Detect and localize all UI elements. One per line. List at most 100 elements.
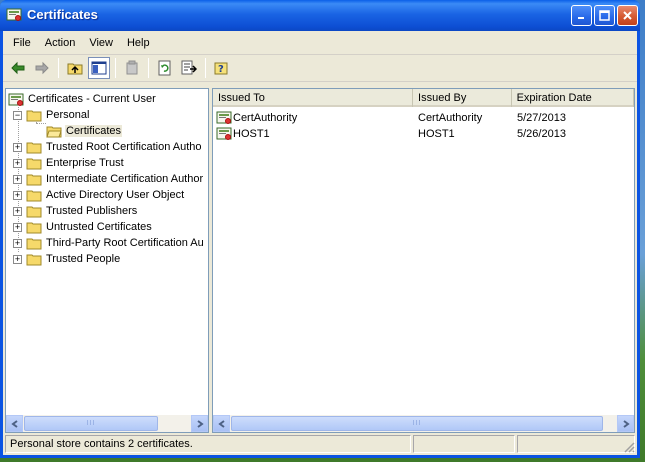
scroll-left-button[interactable] [6, 415, 23, 432]
menu-help[interactable]: Help [120, 34, 157, 52]
toolbar: ? [3, 55, 637, 82]
cell-issued-by: CertAuthority [418, 112, 483, 124]
certificates-window: Certificates File Action View Help ? Cer… [0, 0, 640, 458]
minimize-button[interactable] [571, 5, 592, 26]
certificate-icon [216, 111, 232, 124]
toolbar-separator [115, 58, 116, 78]
folder-icon [26, 158, 42, 169]
folder-icon [26, 238, 42, 249]
tree-view[interactable]: Certificates - Current User − Personal C… [6, 89, 208, 415]
forward-arrow-icon [35, 61, 49, 75]
resize-grip-icon[interactable] [623, 441, 635, 453]
scroll-thumb-grip: III [86, 420, 96, 427]
scroll-thumb[interactable]: III [24, 416, 158, 431]
folder-icon [26, 110, 42, 121]
list-item[interactable]: CertAuthority CertAuthority 5/27/2013 [213, 110, 634, 126]
tree-node-trusted-publishers[interactable]: + Trusted Publishers [13, 203, 138, 219]
expand-toggle[interactable]: + [13, 222, 22, 232]
folder-icon [26, 190, 42, 201]
tree-node-certificates[interactable]: Certificates [46, 123, 123, 139]
folder-icon [26, 254, 42, 265]
chevron-right-icon [622, 419, 630, 428]
column-expiration-date[interactable]: Expiration Date [512, 89, 634, 107]
toolbar-separator [148, 58, 149, 78]
window-title: Certificates [27, 7, 98, 22]
cell-issued-by: HOST1 [418, 128, 455, 140]
show-hide-tree-icon [91, 61, 107, 75]
forward-button[interactable] [31, 57, 53, 79]
cell-issued-to: HOST1 [233, 128, 270, 140]
refresh-icon [158, 60, 171, 76]
back-button[interactable] [7, 57, 29, 79]
scroll-right-button[interactable] [617, 415, 634, 432]
tree-horizontal-scrollbar[interactable]: III [6, 415, 208, 432]
status-text: Personal store contains 2 certificates. [5, 435, 411, 453]
tree-root[interactable]: Certificates - Current User [8, 91, 157, 107]
chevron-left-icon [217, 419, 225, 428]
close-button[interactable] [617, 5, 638, 26]
tree-node-third-party-root[interactable]: + Third-Party Root Certification Au [13, 235, 205, 251]
expand-toggle[interactable]: + [13, 190, 22, 200]
tree-node-trusted-root[interactable]: + Trusted Root Certification Autho [13, 139, 203, 155]
scroll-thumb[interactable]: III [231, 416, 603, 431]
expand-toggle[interactable]: + [13, 158, 22, 168]
tree-node-label: Trusted People [46, 253, 121, 265]
column-issued-by[interactable]: Issued By [413, 89, 512, 107]
collapse-toggle[interactable]: − [13, 110, 22, 120]
refresh-button[interactable] [154, 57, 176, 79]
certificate-icon [216, 127, 232, 140]
status-bar: Personal store contains 2 certificates. [5, 435, 635, 453]
scroll-left-button[interactable] [213, 415, 230, 432]
menu-bar: File Action View Help [3, 31, 637, 55]
tree-node-active-directory[interactable]: + Active Directory User Object [13, 187, 185, 203]
back-arrow-icon [11, 61, 25, 75]
tree-node-label: Trusted Root Certification Autho [46, 141, 202, 153]
status-panel-3 [517, 435, 635, 453]
tree-node-label: Personal [46, 109, 90, 121]
tree-root-label: Certificates - Current User [28, 93, 156, 105]
expand-toggle[interactable]: + [13, 254, 22, 264]
scroll-right-button[interactable] [191, 415, 208, 432]
chevron-right-icon [196, 419, 204, 428]
close-icon [623, 11, 632, 20]
column-issued-to[interactable]: Issued To [213, 89, 414, 107]
status-panel-2 [413, 435, 515, 453]
toolbar-separator [205, 58, 206, 78]
cert-store-icon [8, 93, 24, 106]
title-bar[interactable]: Certificates [0, 0, 640, 31]
show-hide-tree-button[interactable] [88, 57, 110, 79]
list-item[interactable]: HOST1 HOST1 5/26/2013 [213, 126, 634, 142]
menu-view[interactable]: View [82, 34, 120, 52]
cell-expiration: 5/26/2013 [517, 128, 566, 140]
tree-node-intermediate[interactable]: + Intermediate Certification Author [13, 171, 204, 187]
maximize-button[interactable] [594, 5, 615, 26]
tree-node-trusted-people[interactable]: + Trusted People [13, 251, 121, 267]
list-horizontal-scrollbar[interactable]: III [213, 415, 634, 432]
export-list-button[interactable] [178, 57, 200, 79]
expand-toggle[interactable]: + [13, 206, 22, 216]
client-area: File Action View Help ? Certificates - C… [3, 31, 637, 455]
cert-store-icon [6, 7, 22, 26]
toolbar-separator [58, 58, 59, 78]
delete-button[interactable] [121, 57, 143, 79]
expand-toggle[interactable]: + [13, 174, 22, 184]
tree-node-label: Intermediate Certification Author [46, 173, 204, 185]
expand-toggle[interactable]: + [13, 142, 22, 152]
scroll-thumb-grip: III [412, 420, 422, 427]
result-pane: Issued To Issued By Expiration Date Cert… [212, 88, 635, 433]
cell-expiration: 5/27/2013 [517, 112, 566, 124]
up-folder-icon [67, 63, 83, 75]
tree-node-enterprise-trust[interactable]: + Enterprise Trust [13, 155, 125, 171]
tree-node-label: Certificates [65, 125, 123, 137]
tree-node-label: Enterprise Trust [46, 157, 124, 169]
console-tree: Certificates - Current User − Personal C… [5, 88, 209, 433]
tree-node-label: Untrusted Certificates [46, 221, 152, 233]
menu-action[interactable]: Action [38, 34, 83, 52]
help-button[interactable]: ? [211, 57, 233, 79]
tree-node-personal[interactable]: − Personal [13, 107, 90, 123]
tree-node-label: Active Directory User Object [46, 189, 185, 201]
tree-node-untrusted[interactable]: + Untrusted Certificates [13, 219, 153, 235]
expand-toggle[interactable]: + [13, 238, 22, 248]
up-one-level-button[interactable] [64, 57, 86, 79]
menu-file[interactable]: File [6, 34, 38, 52]
